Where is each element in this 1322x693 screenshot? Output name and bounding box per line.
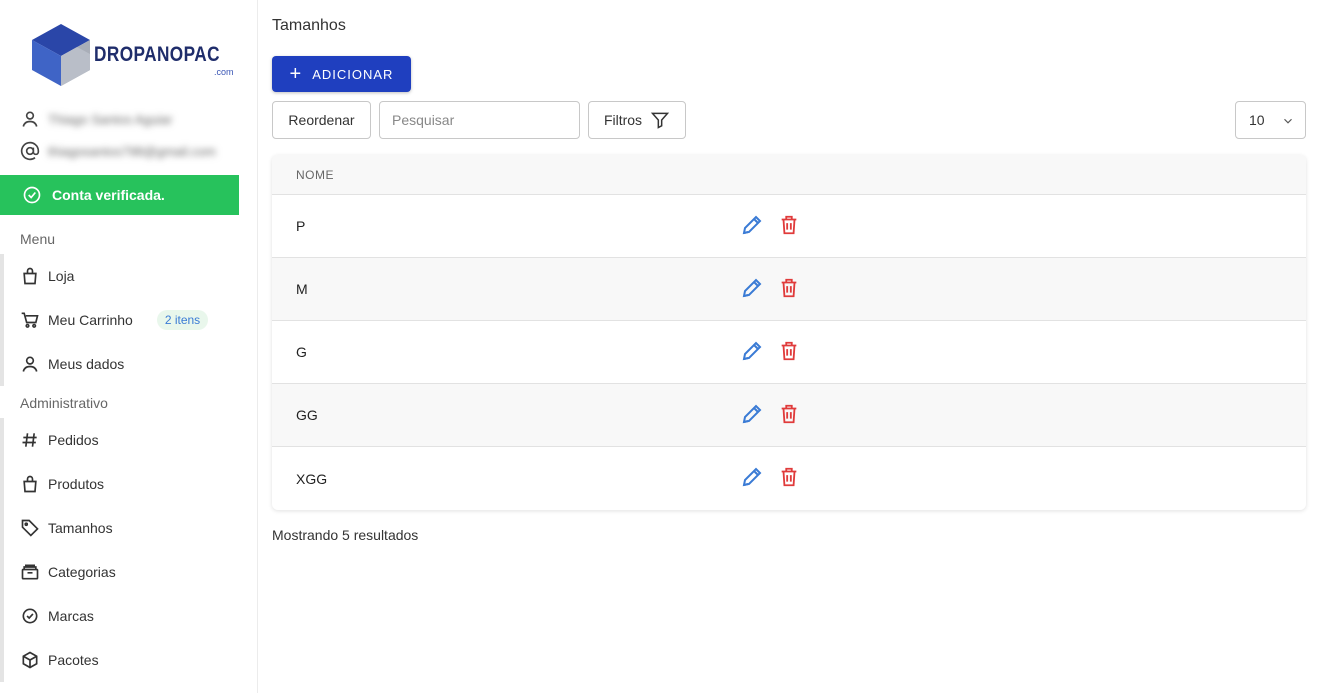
sidebar-item-label: Categorias	[48, 564, 116, 580]
reorder-button[interactable]: Reordenar	[272, 101, 371, 139]
user-icon	[22, 356, 38, 372]
sidebar-item-categorias[interactable]: Categorias	[4, 550, 239, 594]
user-email-row: thiagosantos798@gmail.com	[20, 139, 216, 163]
sidebar: DROPANOPAC .com Thiago Santos Aguiar thi…	[0, 0, 258, 693]
chevron-down-icon	[1284, 118, 1292, 124]
trash-icon[interactable]	[778, 276, 800, 300]
sidebar-item-label: Pedidos	[48, 432, 99, 448]
user-email: thiagosantos798@gmail.com	[48, 143, 216, 159]
edit-icon[interactable]	[740, 213, 764, 237]
column-header-nome: NOME	[296, 167, 334, 182]
sidebar-item-label: Pacotes	[48, 652, 99, 668]
trash-icon[interactable]	[778, 402, 800, 426]
bag-icon	[23, 267, 37, 285]
check-circle-icon	[22, 608, 38, 624]
trash-icon[interactable]	[778, 213, 800, 237]
tag-icon	[21, 519, 39, 537]
sidebar-item-label: Tamanhos	[48, 520, 113, 536]
edit-icon[interactable]	[740, 339, 764, 363]
user-icon	[22, 111, 38, 127]
add-button-label: ADICIONAR	[312, 66, 394, 82]
menu-section-title: Menu	[20, 231, 56, 247]
results-count: Mostrando 5 resultados	[272, 527, 419, 543]
admin-group: Pedidos Produtos Tamanhos Categorias Mar…	[0, 418, 239, 682]
table-row: XGG	[272, 447, 1306, 510]
filters-label: Filtros	[603, 112, 643, 128]
main-content: Tamanhos + ADICIONAR Reordenar Filtros 1…	[258, 0, 1322, 693]
filter-icon	[650, 112, 670, 129]
sidebar-item-label: Loja	[48, 268, 75, 284]
verified-banner: Conta verificada.	[0, 175, 239, 215]
page-size-select[interactable]: 10	[1235, 101, 1306, 139]
plus-icon: +	[289, 63, 303, 85]
sidebar-item-produtos[interactable]: Produtos	[4, 462, 239, 506]
sidebar-item-label: Produtos	[48, 476, 105, 492]
brand-name: DROPANOPAC	[94, 43, 220, 66]
sidebar-item-pacotes[interactable]: Pacotes	[4, 638, 239, 682]
edit-icon[interactable]	[740, 465, 764, 489]
sidebar-item-label: Marcas	[48, 608, 94, 624]
hash-icon	[22, 433, 37, 447]
search-input[interactable]	[379, 101, 580, 139]
cube-logo-icon	[32, 24, 90, 86]
sidebar-item-marcas[interactable]: Marcas	[4, 594, 239, 638]
row-name: M	[296, 281, 308, 297]
table-row: G	[272, 321, 1306, 384]
reorder-label: Reordenar	[288, 112, 355, 128]
admin-section-title: Administrativo	[20, 395, 108, 411]
sidebar-item-label: Meu Carrinho	[48, 312, 133, 328]
table-row: P	[272, 195, 1306, 258]
row-name: P	[296, 218, 306, 234]
sidebar-item-label: Meus dados	[48, 356, 125, 372]
sidebar-item-tamanhos[interactable]: Tamanhos	[4, 506, 239, 550]
bag-icon	[23, 475, 37, 493]
box-icon	[22, 651, 38, 669]
check-circle-icon	[23, 186, 41, 204]
sidebar-item-carrinho[interactable]: Meu Carrinho 2 itens	[4, 298, 239, 342]
brand-sub: .com	[214, 67, 234, 77]
page-size-value: 10	[1249, 112, 1265, 128]
cart-count-badge: 2 itens	[156, 310, 209, 330]
archive-icon	[21, 564, 39, 580]
sidebar-item-loja[interactable]: Loja	[4, 254, 239, 298]
page-title: Tamanhos	[272, 17, 346, 34]
edit-icon[interactable]	[740, 276, 764, 300]
menu-group: Loja Meu Carrinho 2 itens Meus dados	[0, 254, 239, 386]
trash-icon[interactable]	[778, 465, 800, 489]
cart-icon	[21, 312, 39, 328]
sidebar-item-pedidos[interactable]: Pedidos	[4, 418, 239, 462]
user-name-row: Thiago Santos Aguiar	[20, 107, 172, 131]
sizes-table: NOME P M G GG XGG	[272, 155, 1306, 510]
table-header: NOME	[272, 155, 1306, 195]
filters-button[interactable]: Filtros	[588, 101, 686, 139]
edit-icon[interactable]	[740, 402, 764, 426]
at-icon	[20, 141, 40, 161]
sidebar-item-meus-dados[interactable]: Meus dados	[4, 342, 239, 386]
row-name: G	[296, 344, 307, 360]
verified-label: Conta verificada.	[52, 187, 165, 203]
row-name: GG	[296, 407, 318, 423]
brand-logo[interactable]: DROPANOPAC .com	[30, 20, 234, 90]
add-button[interactable]: + ADICIONAR	[272, 56, 411, 92]
trash-icon[interactable]	[778, 339, 800, 363]
user-name: Thiago Santos Aguiar	[48, 111, 173, 127]
table-row: M	[272, 258, 1306, 321]
table-row: GG	[272, 384, 1306, 447]
row-name: XGG	[296, 470, 328, 487]
